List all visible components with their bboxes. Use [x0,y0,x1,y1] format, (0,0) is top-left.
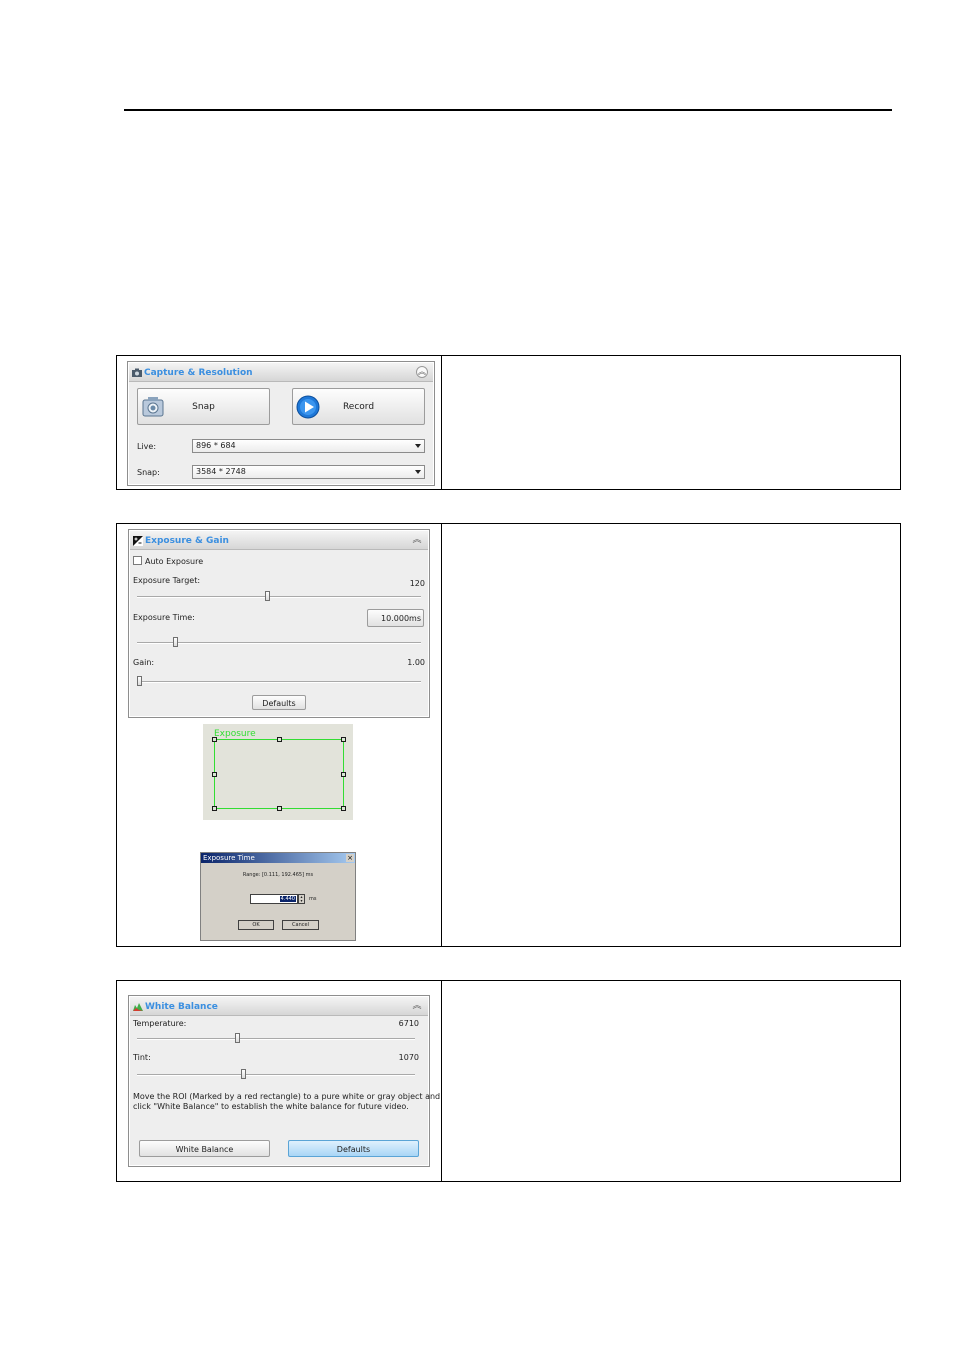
dialog-unit: ms [309,896,317,902]
exposure-roi-rectangle[interactable] [212,737,346,811]
panel-header[interactable]: Exposure & Gain ︽ [130,531,428,550]
white-balance-button[interactable]: White Balance [139,1140,270,1157]
table-divider [441,356,442,489]
exposure-target-label: Exposure Target: [133,576,201,585]
double-chevron-up-icon[interactable]: ︽ [411,1000,423,1012]
gain-value: 1.00 [407,658,425,667]
snap-resolution-value: 3584 * 2748 [196,467,246,476]
table-row-exposure: Exposure & Gain ︽ Auto Exposure Exposure… [116,523,901,947]
panel-title: Exposure & Gain [145,536,229,546]
temperature-slider[interactable] [235,1033,241,1043]
roi-handle[interactable] [212,806,217,811]
camera-icon [132,368,142,377]
temperature-track [137,1038,415,1040]
exposure-time-track [137,642,421,644]
gain-track [137,681,421,683]
exposure-time-slider[interactable] [173,637,179,647]
help-line: click "White Balance" to establish the w… [133,1102,409,1111]
temperature-label: Temperature: [133,1019,187,1028]
exposure-icon [133,536,143,546]
roi-handle[interactable] [341,772,346,777]
panel-title: Capture & Resolution [144,368,253,378]
double-chevron-up-icon[interactable]: ︽ [416,366,428,378]
defaults-label: Defaults [262,699,296,708]
panel-header[interactable]: Capture & Resolution ︽ [129,363,433,382]
roi-handle[interactable] [212,772,217,777]
roi-label: Exposure [214,729,256,739]
auto-exposure-checkbox[interactable] [133,556,142,565]
dialog-range-text: Range: [0.111, 192.465] ms [242,872,314,878]
exposure-target-track [137,596,421,598]
ok-label: OK [252,922,260,928]
exposure-defaults-button[interactable]: Defaults [252,695,306,710]
ok-button[interactable]: OK [238,920,274,930]
exposure-time-value: 10.000ms [381,614,421,623]
exposure-roi-preview: Exposure [203,724,353,820]
live-label: Live: [137,442,157,451]
roi-handle[interactable] [341,737,346,742]
tint-label: Tint: [133,1053,151,1062]
tint-track [137,1074,415,1076]
cancel-button[interactable]: Cancel [282,920,319,930]
histogram-icon [133,1003,143,1011]
snap-label: Snap [192,402,215,412]
chevron-down-icon [415,444,421,448]
roi-handle[interactable] [277,806,282,811]
cancel-label: Cancel [292,922,309,928]
table-row-capture: Capture & Resolution ︽ Snap Record Live:… [116,355,901,490]
exposure-time-input[interactable]: 4.440 [250,894,298,904]
roi-handle[interactable] [212,737,217,742]
tint-slider[interactable] [240,1069,246,1079]
exposure-time-label: Exposure Time: [133,613,195,622]
table-divider [441,524,442,946]
white-balance-button-label: White Balance [175,1145,234,1154]
panel-title: White Balance [145,1002,218,1012]
panel-header[interactable]: White Balance ︽ [130,997,428,1016]
exposure-target-slider[interactable] [265,591,271,601]
exposure-gain-panel: Exposure & Gain ︽ Auto Exposure Exposure… [128,529,430,718]
roi-handle[interactable] [277,737,282,742]
exposure-time-input-value: 4.440 [279,896,296,902]
gain-slider[interactable] [137,676,142,686]
white-balance-panel: White Balance ︽ Temperature: 6710 Tint: … [128,995,440,1167]
live-resolution-value: 896 * 684 [196,441,236,450]
tint-value: 1070 [398,1053,419,1062]
live-resolution-select[interactable]: 896 * 684 [192,439,425,453]
dialog-title-bar: Exposure Time × [201,853,355,863]
help-line: Move the ROI (Marked by a red rectangle)… [133,1092,441,1101]
dialog-title: Exposure Time [203,854,255,862]
exposure-time-dialog: Exposure Time × Range: [0.111, 192.465] … [200,852,356,941]
white-balance-defaults-button[interactable]: Defaults [288,1140,419,1157]
exposure-time-button[interactable]: 10.000ms [367,609,424,627]
roi-handle[interactable] [341,806,346,811]
exposure-target-value: 120 [409,579,425,588]
capture-resolution-panel: Capture & Resolution ︽ Snap Record Live:… [127,361,435,486]
header-rule [124,109,892,111]
spin-buttons[interactable]: ▴ ▾ [298,894,305,904]
temperature-value: 6710 [398,1019,419,1028]
defaults-label: Defaults [336,1145,371,1154]
white-balance-help-text: Move the ROI (Marked by a red rectangle)… [133,1092,440,1112]
snap-button[interactable]: Snap [137,388,270,425]
gain-label: Gain: [133,658,155,667]
table-divider [441,981,442,1181]
record-label: Record [342,402,375,412]
auto-exposure-label: Auto Exposure [145,557,204,566]
snap-resolution-select[interactable]: 3584 * 2748 [192,465,425,479]
record-button[interactable]: Record [292,388,425,425]
double-chevron-up-icon[interactable]: ︽ [411,534,423,546]
snap-res-label: Snap: [137,468,160,477]
chevron-down-icon [415,470,421,474]
close-icon[interactable]: × [346,854,354,862]
table-row-white-balance: White Balance ︽ Temperature: 6710 Tint: … [116,980,901,1182]
